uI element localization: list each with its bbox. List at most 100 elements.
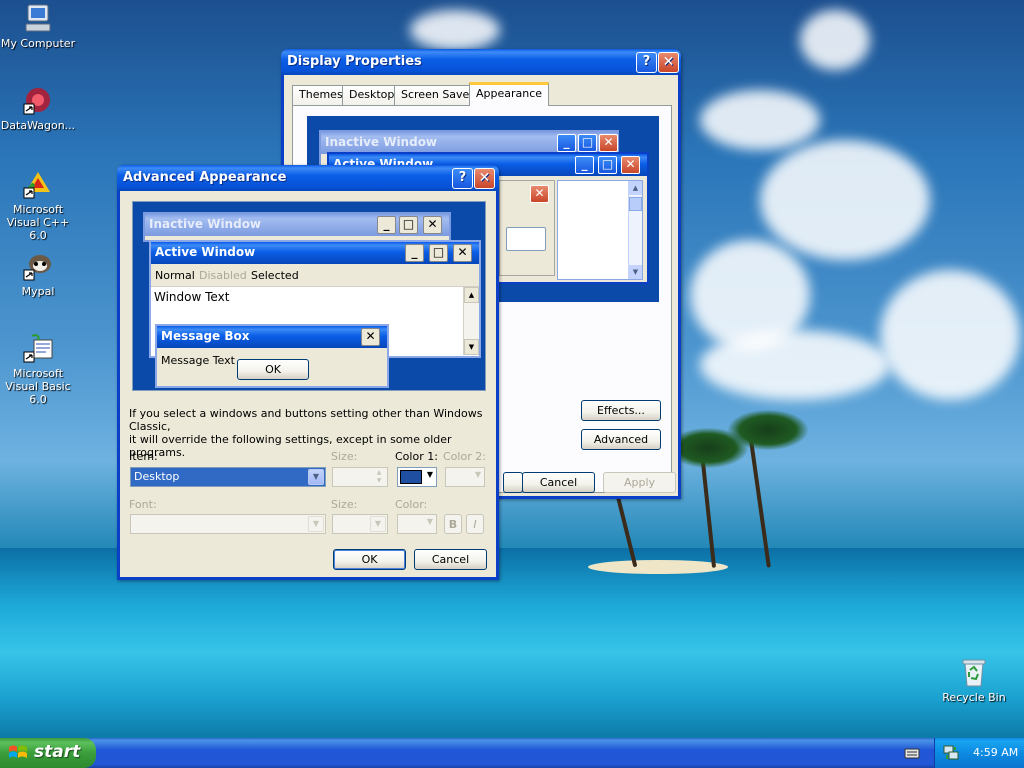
ok-button[interactable]: OK bbox=[333, 549, 406, 570]
network-icon[interactable] bbox=[943, 745, 959, 761]
advanced-button[interactable]: Advanced bbox=[581, 429, 661, 450]
cloud bbox=[800, 10, 870, 70]
apply-button[interactable]: Apply bbox=[603, 472, 676, 493]
desktop-icon-visual-cpp[interactable]: Microsoft Visual C++ 6.0 bbox=[0, 168, 78, 242]
close-icon: ✕ bbox=[361, 328, 380, 346]
computer-icon bbox=[22, 2, 54, 34]
desktop-icon-recycle-bin[interactable]: Recycle Bin bbox=[934, 656, 1014, 704]
palm-tree bbox=[728, 410, 808, 450]
color2-label: Color 2: bbox=[443, 450, 486, 463]
taskbar: start 4:59 AM bbox=[0, 738, 1024, 768]
visual-basic-icon bbox=[22, 332, 54, 364]
menu-normal[interactable]: Normal bbox=[155, 269, 195, 282]
chevron-down-icon: ▼ bbox=[426, 470, 433, 479]
cloud bbox=[700, 330, 890, 400]
close-button[interactable]: ✕ bbox=[474, 168, 495, 189]
message-text: Message Text bbox=[161, 354, 235, 367]
color1-swatch bbox=[400, 470, 422, 484]
menu-selected[interactable]: Selected bbox=[251, 269, 299, 282]
system-tray: 4:59 AM bbox=[934, 738, 1024, 768]
font-size-select[interactable]: ▼ bbox=[332, 514, 388, 534]
item-label: Item: bbox=[129, 450, 158, 463]
advanced-appearance-window: Advanced Appearance ? ✕ Inactive Window … bbox=[117, 165, 499, 580]
button-shape bbox=[506, 227, 546, 251]
size-label: Size: bbox=[331, 450, 358, 463]
cloud bbox=[700, 90, 820, 150]
minimize-icon: _ bbox=[377, 216, 396, 234]
cloud bbox=[880, 270, 1020, 400]
effects-button[interactable]: Effects... bbox=[581, 400, 661, 421]
font-label: Font: bbox=[129, 498, 157, 511]
minimize-icon: _ bbox=[575, 156, 594, 174]
scroll-up-icon: ▲ bbox=[629, 181, 642, 195]
chevron-down-icon: ▼ bbox=[308, 516, 324, 532]
preview-msgbox-title: Message Box ✕ bbox=[157, 326, 387, 348]
item-select-value: Desktop bbox=[134, 470, 180, 483]
minimize-icon: _ bbox=[405, 244, 424, 262]
clock[interactable]: 4:59 AM bbox=[973, 746, 1018, 759]
cloud bbox=[760, 140, 930, 260]
keyboard-icon[interactable] bbox=[904, 746, 920, 760]
start-button[interactable]: start bbox=[0, 738, 96, 768]
chevron-down-icon: ▼ bbox=[370, 516, 386, 532]
mypal-icon bbox=[22, 250, 54, 282]
tab-screen-saver[interactable]: Screen Saver bbox=[394, 85, 481, 105]
italic-button[interactable]: I bbox=[466, 514, 484, 534]
close-icon: ✕ bbox=[530, 185, 549, 203]
scrollbar: ▲ ▼ bbox=[628, 181, 642, 279]
menu-disabled[interactable]: Disabled bbox=[199, 269, 247, 282]
visual-cpp-icon bbox=[22, 168, 54, 200]
advanced-appearance-titlebar[interactable]: Advanced Appearance ? ✕ bbox=[117, 165, 499, 191]
help-button[interactable]: ? bbox=[636, 52, 657, 73]
window-title: Display Properties bbox=[287, 54, 422, 69]
preview-inactive-title: Inactive Window _ □ ✕ bbox=[145, 214, 449, 236]
color2-picker[interactable]: ▼ bbox=[445, 467, 485, 487]
chevron-down-icon: ▼ bbox=[426, 517, 433, 526]
cloud bbox=[410, 10, 500, 50]
display-properties-titlebar[interactable]: Display Properties ? ✕ bbox=[281, 49, 681, 75]
font-color-label: Color: bbox=[395, 498, 428, 511]
preview-msgbox-remnant: ✕ bbox=[499, 180, 555, 276]
maximize-icon: □ bbox=[578, 134, 597, 152]
desktop-icon-datawagon[interactable]: DataWagon... bbox=[0, 84, 78, 132]
preview-ok-button[interactable]: OK bbox=[237, 359, 309, 380]
bold-button[interactable]: B bbox=[444, 514, 462, 534]
close-button[interactable]: ✕ bbox=[658, 52, 679, 73]
info-text-line-1: If you select a windows and buttons sett… bbox=[129, 407, 483, 433]
window-title: Advanced Appearance bbox=[123, 170, 287, 185]
size-spinner[interactable]: ▲ ▼ bbox=[332, 467, 388, 487]
color1-picker[interactable]: ▼ bbox=[397, 467, 437, 487]
font-size-label: Size: bbox=[331, 498, 358, 511]
scroll-down-icon: ▼ bbox=[629, 265, 642, 279]
cancel-button[interactable]: Cancel bbox=[522, 472, 595, 493]
scrollbar: ▲ ▼ bbox=[463, 287, 479, 355]
scroll-up-icon: ▲ bbox=[464, 287, 479, 303]
help-button[interactable]: ? bbox=[452, 168, 473, 189]
start-label: start bbox=[34, 742, 81, 762]
window-text: Window Text bbox=[154, 290, 230, 304]
preview-message-box[interactable]: Message Box ✕ Message Text OK bbox=[155, 324, 389, 388]
ok-button-hidden[interactable] bbox=[503, 472, 523, 493]
datawagon-icon bbox=[22, 84, 54, 116]
item-select[interactable]: Desktop ▼ bbox=[130, 467, 326, 487]
maximize-icon: □ bbox=[429, 244, 448, 262]
desktop-icon-mypal[interactable]: Mypal bbox=[0, 250, 78, 298]
preview-menu-bar: Normal Disabled Selected bbox=[151, 266, 479, 284]
windows-logo-icon bbox=[8, 744, 28, 762]
chevron-down-icon[interactable]: ▼ bbox=[308, 469, 324, 485]
spinner-arrows-icon: ▲ ▼ bbox=[376, 469, 382, 484]
cancel-button[interactable]: Cancel bbox=[414, 549, 487, 570]
maximize-icon: □ bbox=[598, 156, 617, 174]
recycle-bin-icon bbox=[958, 656, 990, 688]
tab-desktop[interactable]: Desktop bbox=[342, 85, 402, 105]
close-icon: ✕ bbox=[423, 216, 442, 234]
font-color-picker[interactable]: ▼ bbox=[397, 514, 437, 534]
desktop-icon-my-computer[interactable]: My Computer bbox=[0, 2, 78, 50]
tab-appearance[interactable]: Appearance bbox=[469, 82, 550, 106]
preview-inactive-window[interactable]: Inactive Window _ □ ✕ bbox=[143, 212, 451, 242]
close-icon: ✕ bbox=[453, 244, 472, 262]
scroll-thumb bbox=[629, 197, 642, 211]
font-select[interactable]: ▼ bbox=[130, 514, 326, 534]
desktop-icon-visual-basic[interactable]: Microsoft Visual Basic 6.0 bbox=[0, 332, 78, 406]
preview-active-title: Active Window _ □ ✕ bbox=[151, 242, 479, 264]
